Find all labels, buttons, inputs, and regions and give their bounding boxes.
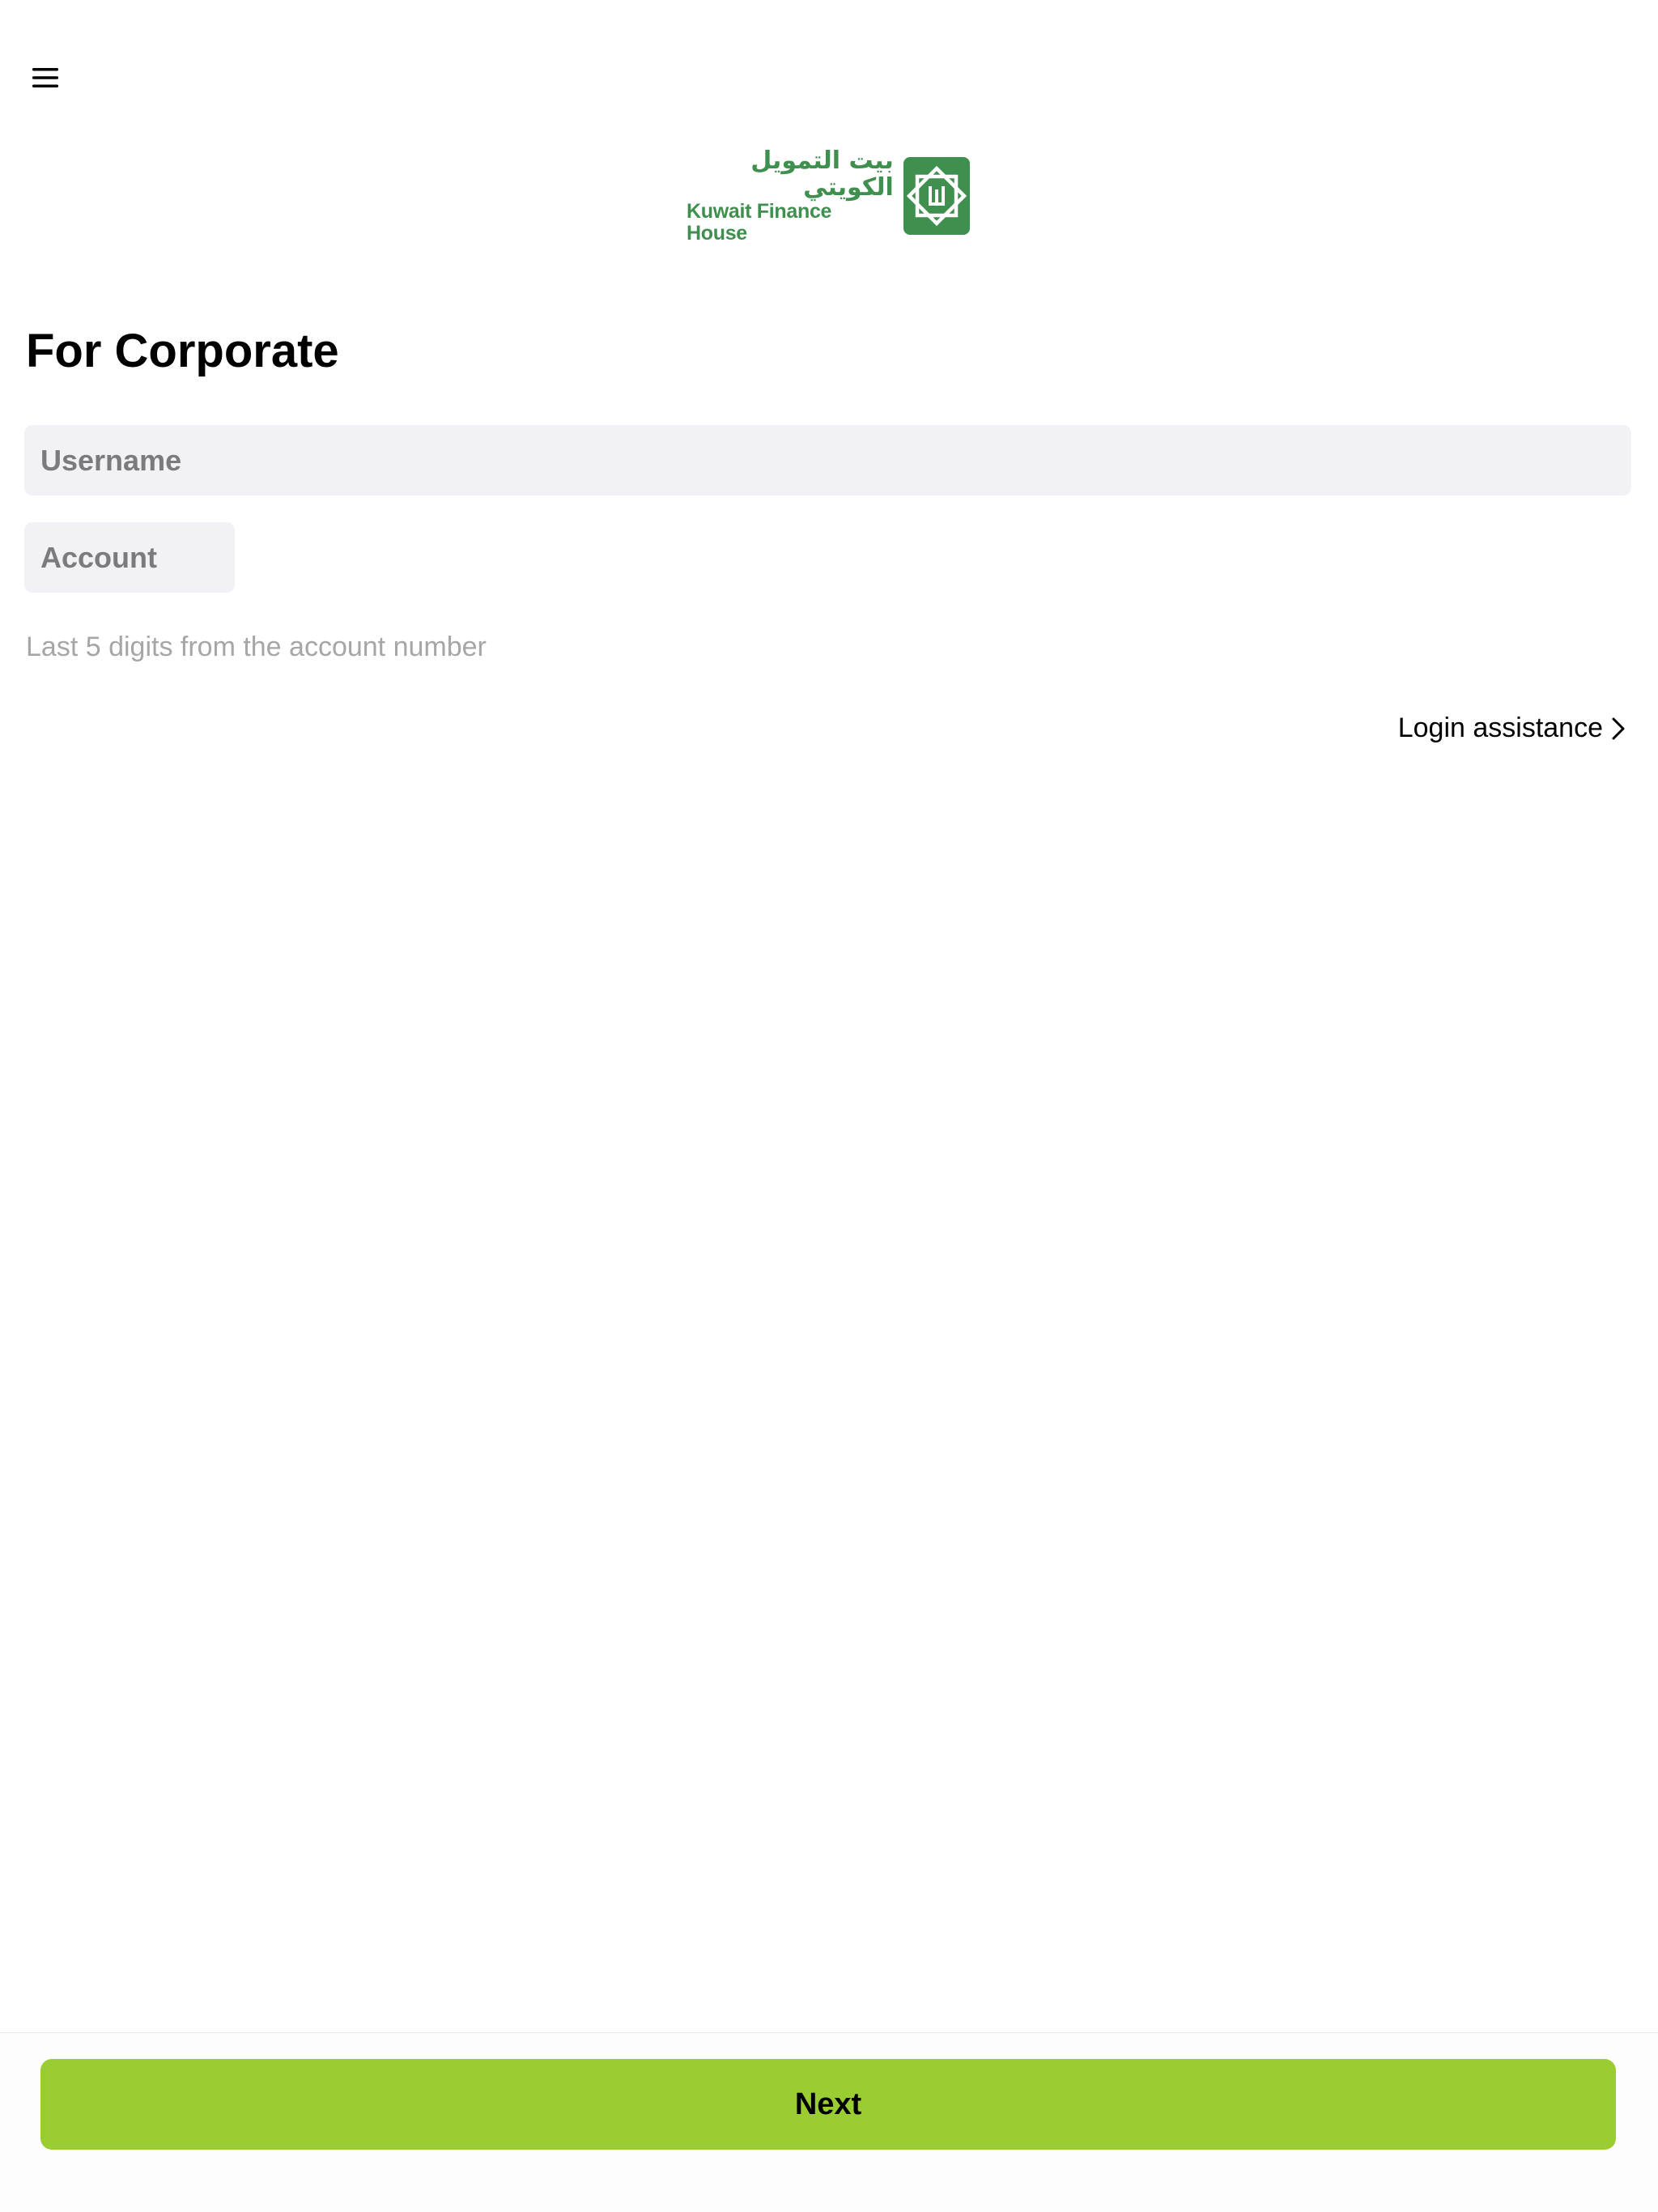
username-input[interactable] [24, 425, 1631, 496]
menu-button[interactable] [23, 52, 68, 104]
login-screen: بيت التمويل الكويتي Kuwait Finance House… [0, 0, 1658, 2212]
logo-emblem-icon [903, 157, 970, 235]
kfh-logo: بيت التمويل الكويتي Kuwait Finance House [687, 147, 970, 245]
login-assistance-label: Login assistance [1397, 713, 1603, 743]
account-hint: Last 5 digits from the account number [26, 632, 487, 662]
logo-english-name: Kuwait Finance House [687, 199, 832, 245]
page-title: For Corporate [26, 325, 339, 377]
hamburger-menu-icon [32, 68, 58, 87]
account-input[interactable] [24, 522, 235, 593]
bottom-bar: Next [0, 2032, 1658, 2212]
chevron-right-icon [1612, 717, 1625, 739]
logo-arabic-name: بيت التمويل الكويتي [750, 146, 894, 202]
next-button[interactable]: Next [40, 2059, 1616, 2150]
logo-text: بيت التمويل الكويتي Kuwait Finance House [687, 147, 894, 245]
login-assistance-link[interactable]: Login assistance [1398, 713, 1626, 744]
